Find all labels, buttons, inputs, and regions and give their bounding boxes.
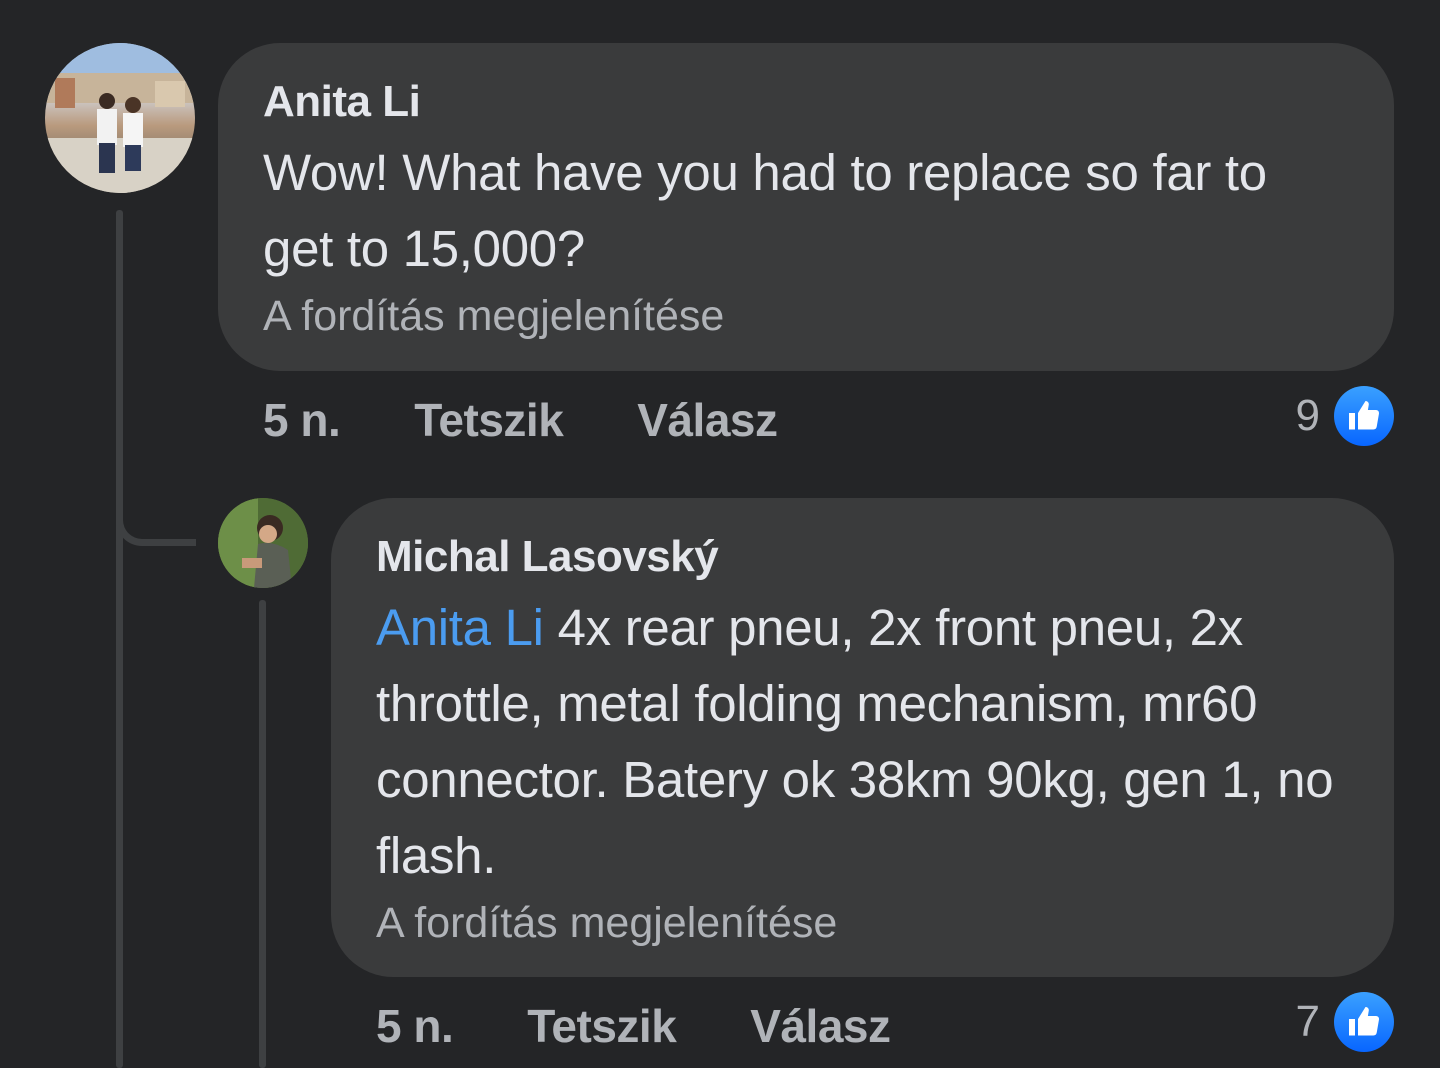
reaction-summary[interactable]: 9 [1296,386,1394,446]
avatar-michal-lasovsky[interactable] [218,498,308,588]
thumbs-up-icon [1334,992,1394,1052]
reply-thread-line [259,600,266,1068]
profile-photo-icon [218,498,308,588]
reply-button[interactable]: Válasz [750,999,891,1053]
reaction-count: 9 [1295,391,1320,440]
comment-actions: 5 n. Tetszik Válasz [263,392,778,448]
reply-bubble: Michal Lasovský Anita Li 4x rear pneu, 2… [331,498,1394,977]
reaction-count: 7 [1295,997,1320,1046]
comment-time[interactable]: 5 n. [263,393,341,447]
mention-link[interactable]: Anita Li [376,599,544,656]
see-translation-link[interactable]: A fordítás megjelenítése [376,896,1350,950]
comment-actions: 5 n. Tetszik Válasz [376,998,891,1054]
reaction-summary[interactable]: 7 [1296,992,1394,1052]
comment-text-content: Wow! What have you had to replace so far… [263,144,1267,277]
see-translation-link[interactable]: A fordítás megjelenítése [263,289,1350,343]
thread-line [116,210,123,1068]
comment-text: Wow! What have you had to replace so far… [263,135,1350,287]
profile-photo-icon [45,43,195,193]
like-button[interactable]: Tetszik [414,393,564,447]
thumbs-up-icon [1334,386,1394,446]
reply-button[interactable]: Válasz [637,393,778,447]
comment-thread: Anita Li Wow! What have you had to repla… [0,0,1440,1068]
avatar-anita-li[interactable] [45,43,195,193]
comment-time[interactable]: 5 n. [376,999,454,1053]
comment-text: Anita Li 4x rear pneu, 2x front pneu, 2x… [376,590,1350,894]
reply-connector-line [116,470,196,546]
comment-author[interactable]: Anita Li [263,75,1350,129]
comment-bubble: Anita Li Wow! What have you had to repla… [218,43,1394,371]
like-button[interactable]: Tetszik [527,999,677,1053]
comment-author[interactable]: Michal Lasovský [376,530,1350,584]
